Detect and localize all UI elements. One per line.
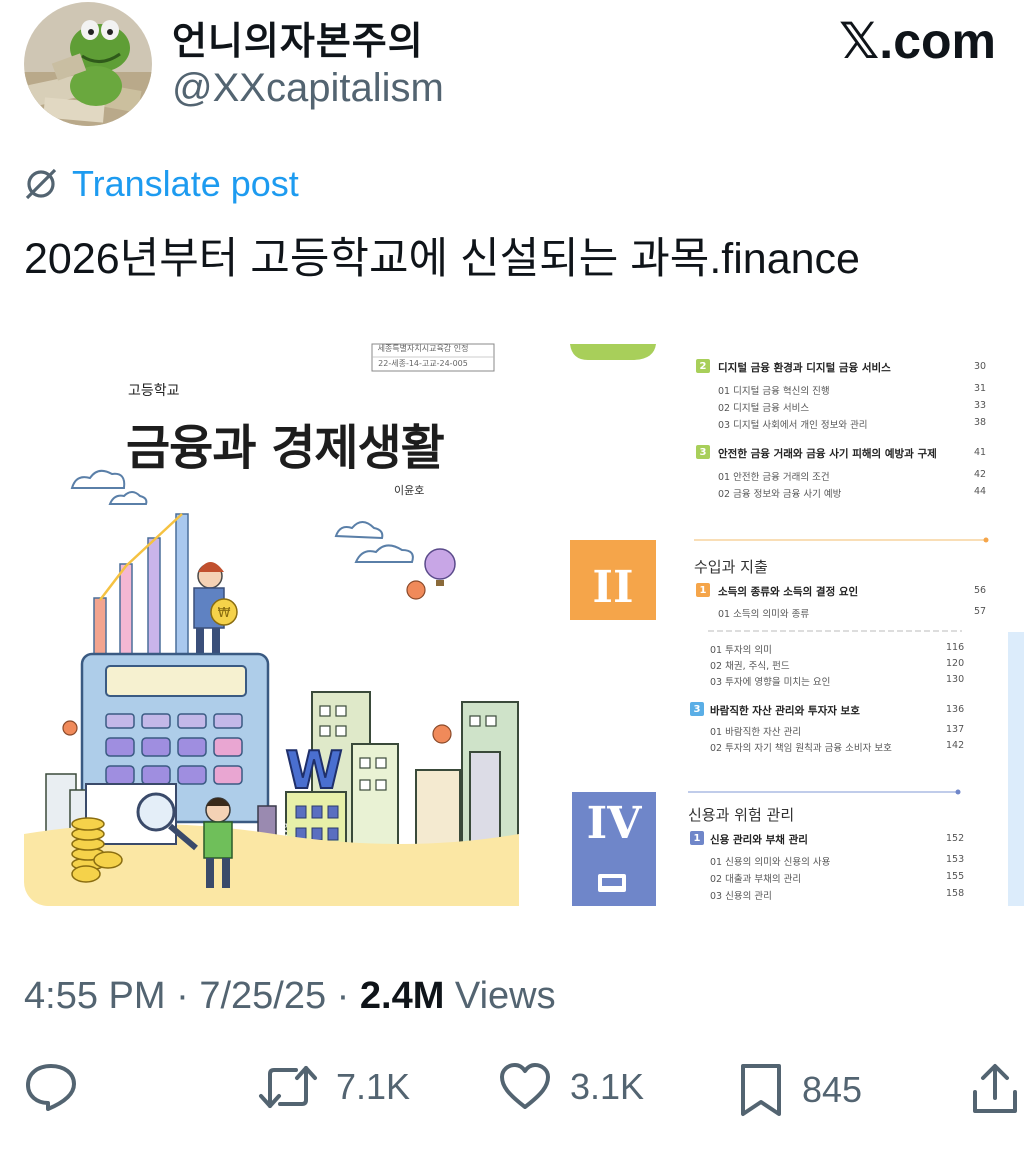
share-button[interactable]	[970, 1062, 1020, 1116]
views-label: Views	[444, 975, 556, 1017]
section-badge: 2	[696, 359, 710, 373]
toc-page: 152	[946, 833, 965, 844]
toc-section-title[interactable]: 신용 관리와 부채 관리	[710, 832, 808, 847]
toc-page: 136	[946, 704, 965, 715]
book-cover-image[interactable]: ₩ W BANK 세종특별자치시교육감 인정 22-세종-14-고교-24-00…	[24, 314, 519, 906]
toc-page: 158	[946, 888, 965, 899]
book-author: 이윤호	[394, 484, 425, 497]
bookmark-count: 845	[802, 1069, 863, 1110]
book-title: 금융과 경제생활	[126, 420, 445, 476]
toc-page: 153	[946, 854, 965, 865]
toc-item[interactable]: 03 디지털 사회에서 개인 정보와 관리	[718, 417, 868, 431]
x-com-logo: 𝕏 .com	[839, 12, 996, 70]
toc-item[interactable]: 03 투자에 영향을 미치는 요인	[710, 674, 830, 688]
toc-item[interactable]: 01 신용의 의미와 신용의 사용	[710, 854, 830, 868]
toc-section-title[interactable]: 바람직한 자산 관리와 투자자 보호	[710, 703, 860, 718]
toc-page: 120	[946, 658, 965, 669]
section-badge: 1	[696, 583, 710, 597]
views-count: 2.4M	[359, 975, 445, 1017]
table-of-contents-image[interactable]: II IV 2 디지털 금융 환경과 디지털 금융 서비스 30 01 디지털 …	[522, 314, 1024, 906]
user-handle[interactable]: @XXcapitalism	[172, 66, 444, 111]
meta-separator: ·	[165, 975, 200, 1017]
share-icon	[973, 1064, 1017, 1113]
toc-item[interactable]: 01 안전한 금융 거래의 조건	[718, 469, 830, 483]
chapter-2-numeral: II	[592, 562, 634, 613]
bookmark-icon	[741, 1064, 781, 1116]
toc-page: 38	[974, 417, 987, 428]
chapter-2-title[interactable]: 수입과 지출	[694, 556, 768, 577]
post-date[interactable]: 7/25/25	[199, 975, 326, 1017]
toc-page: 31	[974, 383, 987, 394]
like-count: 3.1K	[570, 1066, 645, 1107]
post-time[interactable]: 4:55 PM	[24, 975, 166, 1017]
heart-icon	[500, 1063, 550, 1109]
toc-section-title[interactable]: 디지털 금융 환경과 디지털 금융 서비스	[718, 360, 891, 375]
toc-item[interactable]: 01 소득의 의미와 종류	[718, 606, 809, 620]
post-metadata: 4:55 PM · 7/25/25 · 2.4M Views	[24, 975, 556, 1018]
section-badge: 3	[690, 702, 704, 716]
book-level: 고등학교	[128, 383, 180, 399]
section-badge: 1	[690, 831, 704, 845]
x-logo-icon: 𝕏	[839, 12, 880, 70]
toc-page: 116	[946, 642, 965, 653]
translate-post-link[interactable]: Translate post	[24, 163, 299, 205]
post-text: 2026년부터 고등학교에 신설되는 과목.finance	[24, 235, 860, 283]
toc-item[interactable]: 02 대출과 부채의 관리	[710, 871, 801, 885]
toc-page: 33	[974, 400, 987, 411]
repost-count: 7.1K	[336, 1066, 411, 1107]
toc-item[interactable]: 02 금융 정보와 금융 사기 예방	[718, 486, 841, 500]
display-name[interactable]: 언니의자본주의	[172, 10, 424, 65]
toc-page: 42	[974, 469, 987, 480]
translate-label: Translate post	[72, 163, 299, 204]
toc-page: 57	[974, 606, 987, 617]
bookmark-button[interactable]: 845	[738, 1062, 862, 1118]
x-com-suffix: .com	[879, 13, 996, 69]
toc-page: 130	[946, 674, 965, 685]
chapter-4-numeral: IV	[586, 798, 642, 849]
toc-page: 56	[974, 585, 987, 596]
toc-page: 44	[974, 486, 987, 497]
svg-text:W: W	[285, 741, 342, 801]
reply-icon	[26, 1064, 76, 1111]
approval-line-1: 세종특별자치시교육감 인정	[377, 344, 469, 353]
toc-page: 155	[946, 871, 965, 882]
toc-page: 41	[974, 447, 987, 458]
toc-section-title[interactable]: 안전한 금융 거래와 금융 사기 피해의 예방과 구제	[718, 446, 937, 461]
toc-page: 30	[974, 361, 987, 372]
toc-item[interactable]: 02 투자의 자기 책임 원칙과 금융 소비자 보호	[710, 740, 892, 754]
toc-item[interactable]: 01 투자의 의미	[710, 642, 772, 656]
chapter-4-title[interactable]: 신용과 위험 관리	[688, 804, 794, 825]
toc-item[interactable]: 03 신용의 관리	[710, 888, 772, 902]
approval-line-2: 22-세종-14-고교-24-005	[378, 359, 468, 368]
toc-item[interactable]: 02 디지털 금융 서비스	[718, 400, 809, 414]
repost-icon	[259, 1066, 317, 1108]
toc-page: 137	[946, 724, 965, 735]
toc-section-title[interactable]: 소득의 종류와 소득의 결정 요인	[718, 584, 858, 599]
repost-button[interactable]: 7.1K	[258, 1062, 410, 1112]
like-button[interactable]: 3.1K	[498, 1062, 644, 1112]
translate-icon	[25, 168, 57, 200]
section-badge: 3	[696, 445, 710, 459]
toc-item[interactable]: 01 디지털 금융 혁신의 진행	[718, 383, 830, 397]
meta-separator: ·	[326, 975, 360, 1017]
reply-button[interactable]	[24, 1062, 96, 1112]
toc-item[interactable]: 02 채권, 주식, 펀드	[710, 658, 790, 672]
toc-page: 142	[946, 740, 965, 751]
avatar[interactable]	[24, 2, 152, 126]
toc-item[interactable]: 01 바람직한 자산 관리	[710, 724, 801, 738]
svg-text:₩: ₩	[218, 606, 231, 621]
